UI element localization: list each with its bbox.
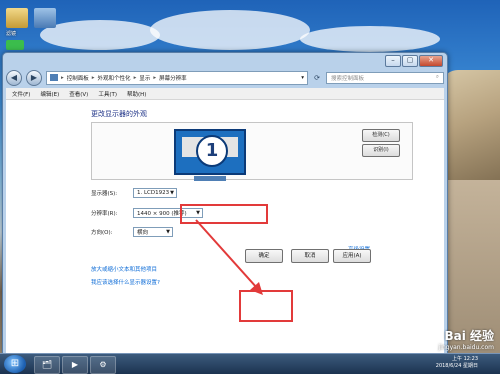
- resolution-label: 分辨率(R):: [91, 211, 118, 217]
- breadcrumb-item[interactable]: 屏幕分辨率: [159, 74, 187, 82]
- breadcrumb-item[interactable]: 外观和个性化: [98, 74, 131, 82]
- menu-view[interactable]: 查看(V): [69, 90, 88, 98]
- menu-tools[interactable]: 工具(T): [98, 90, 117, 98]
- monitor-number: 1: [196, 135, 228, 167]
- chevron-down-icon: ▼: [170, 190, 174, 196]
- display-label: 显示器(S):: [91, 191, 118, 197]
- breadcrumb-item[interactable]: 显示: [139, 74, 150, 82]
- annotation-highlight-resolution: [180, 204, 268, 224]
- content-pane: 更改显示器的外观 1 检测(C) 识别(I) 显示器(S): 1. LCD192…: [6, 99, 444, 353]
- folder-icon[interactable]: [6, 8, 28, 28]
- detect-button[interactable]: 检测(C): [362, 129, 400, 142]
- search-placeholder: 搜索控制面板: [331, 75, 365, 82]
- ok-button[interactable]: 确定: [245, 249, 283, 263]
- breadcrumb-item[interactable]: 控制面板: [67, 74, 89, 82]
- apply-button[interactable]: 应用(A): [333, 249, 371, 263]
- menu-help[interactable]: 帮助(H): [127, 90, 146, 98]
- monitor-icon[interactable]: 1: [174, 129, 246, 181]
- orientation-select[interactable]: 横向 ▼: [133, 227, 173, 237]
- display-settings-help-link[interactable]: 我应该选择什么显示器设置?: [91, 278, 160, 286]
- display-row: 显示器(S): 1. LCD1923 ▼: [91, 188, 177, 198]
- annotation-highlight-ok: [239, 290, 293, 322]
- search-icon: ⌕: [435, 74, 439, 80]
- search-input[interactable]: 搜索控制面板 ⌕: [326, 71, 444, 84]
- system-clock[interactable]: 上午 12:23 2018/6/24 星期日: [436, 356, 478, 370]
- cloud: [40, 20, 160, 50]
- watermark-brand: Bai 经验: [444, 329, 494, 343]
- breadcrumb-separator-icon: ▸: [133, 74, 137, 81]
- display-select[interactable]: 1. LCD1923 ▼: [133, 188, 177, 198]
- breadcrumb-separator-icon: ▸: [91, 74, 95, 81]
- desktop-app-icon[interactable]: [34, 8, 56, 28]
- media-player-icon[interactable]: ▶: [62, 356, 88, 374]
- identify-button[interactable]: 识别(I): [362, 144, 400, 157]
- address-bar[interactable]: ▸ 控制面板 ▸ 外观和个性化 ▸ 显示 ▸ 屏幕分辨率 ▾: [46, 70, 308, 85]
- forward-arrow-icon[interactable]: ▶: [26, 69, 42, 86]
- window-caption-buttons: – ▢ ✕: [385, 55, 443, 67]
- menu-edit[interactable]: 编辑(E): [40, 90, 59, 98]
- refresh-icon[interactable]: ⟳: [312, 74, 322, 82]
- display-preview-panel: 1 检测(C) 识别(I): [91, 122, 413, 181]
- green-app-icon[interactable]: [6, 40, 24, 50]
- page-title: 更改显示器的外观: [91, 110, 147, 118]
- control-panel-taskbar-icon[interactable]: ⚙: [90, 356, 116, 374]
- display-select-value: 1. LCD1923: [137, 190, 170, 196]
- desktop-icon-label: 滤镜: [6, 31, 17, 37]
- orientation-row: 方向(O): 横向 ▼: [91, 227, 173, 237]
- clock-date: 2018/6/24 星期日: [435, 363, 478, 369]
- start-button[interactable]: ⊞: [4, 355, 26, 373]
- close-button[interactable]: ✕: [419, 55, 443, 67]
- cloud: [150, 10, 310, 50]
- explorer-icon[interactable]: 🗂: [34, 356, 60, 374]
- monitor-stand: [194, 176, 226, 181]
- orientation-select-value: 横向: [137, 230, 149, 236]
- back-arrow-icon[interactable]: ◀: [6, 69, 22, 86]
- navigation-bar: ◀ ▶ ▸ 控制面板 ▸ 外观和个性化 ▸ 显示 ▸ 屏幕分辨率 ▾ ⟳ 搜索控…: [6, 69, 444, 86]
- chevron-down-icon: ▼: [166, 229, 170, 235]
- menu-bar: 文件(F) 编辑(E) 查看(V) 工具(T) 帮助(H): [6, 88, 444, 99]
- text-size-link[interactable]: 放大或缩小文本和其他项目: [91, 265, 157, 273]
- breadcrumb-separator-icon: ▸: [153, 74, 157, 81]
- control-panel-icon: [50, 74, 58, 81]
- cloud: [300, 26, 440, 52]
- screen-resolution-window: – ▢ ✕ ◀ ▶ ▸ 控制面板 ▸ 外观和个性化 ▸ 显示 ▸ 屏幕分辨率 ▾…: [2, 52, 448, 354]
- orientation-label: 方向(O):: [91, 230, 113, 236]
- taskbar: ⊞ 🗂 ▶ ⚙ 上午 12:23 2018/6/24 星期日: [0, 353, 500, 374]
- clock-time: 上午 12:23: [452, 356, 478, 362]
- menu-file[interactable]: 文件(F): [12, 90, 30, 98]
- address-dropdown-icon[interactable]: ▾: [301, 75, 304, 81]
- watermark-url: jingyan.baidu.com: [438, 344, 494, 351]
- breadcrumb-separator-icon: ▸: [61, 74, 64, 81]
- maximize-button[interactable]: ▢: [402, 55, 418, 67]
- baidu-watermark: Bai 经验 jingyan.baidu.com: [439, 327, 494, 351]
- minimize-button[interactable]: –: [385, 55, 401, 67]
- cancel-button[interactable]: 取消: [291, 249, 329, 263]
